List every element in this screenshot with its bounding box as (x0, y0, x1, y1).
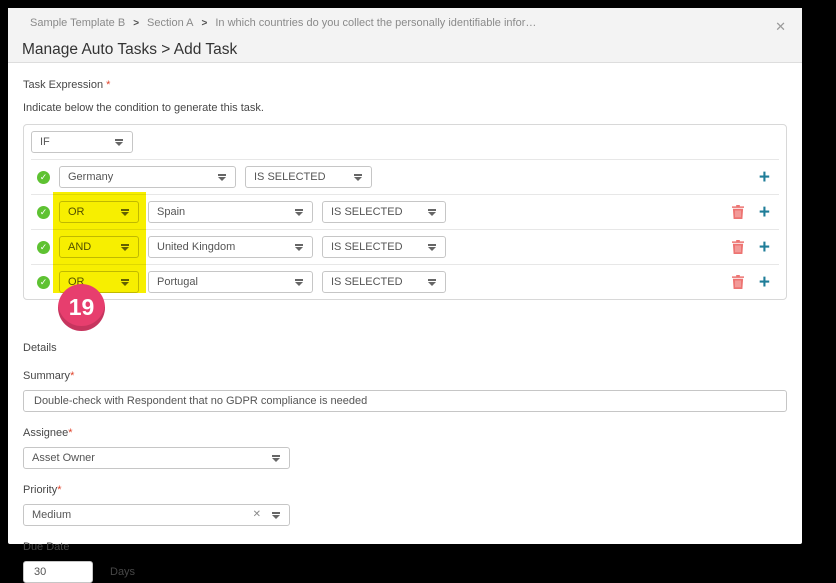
page-title: Manage Auto Tasks > Add Task (22, 41, 238, 58)
due-date-unit-label: Days (110, 566, 136, 578)
chevron-down-icon (114, 138, 124, 146)
delete-condition-button[interactable] (731, 240, 744, 254)
condition-row: ✓ OR Portugal IS SELECTED + (24, 265, 786, 299)
if-dropdown[interactable]: IF (31, 131, 133, 153)
add-task-dialog: Sample Template B > Section A > In which… (8, 8, 802, 583)
summary-label: Summary* (23, 370, 787, 383)
row-actions: + (731, 195, 770, 229)
chevron-down-icon (217, 173, 227, 181)
condition-row: ✓ Germany IS SELECTED + (24, 160, 786, 194)
breadcrumb-item-section[interactable]: Section A (147, 17, 193, 29)
summary-field[interactable] (23, 390, 787, 412)
logic-operator-dropdown[interactable]: AND (59, 236, 139, 258)
breadcrumb-item-question[interactable]: In which countries do you collect the pe… (215, 17, 536, 29)
priority-dropdown[interactable]: Medium ✕ (23, 504, 290, 526)
details-section-label: Details (23, 342, 57, 354)
trash-icon (731, 205, 744, 219)
condition-builder: IF ✓ Germany IS SELECTED + ✓ OR Spain IS… (23, 124, 787, 300)
clear-selection-icon[interactable]: ✕ (253, 510, 261, 520)
delete-condition-button[interactable] (731, 205, 744, 219)
add-condition-button[interactable]: + (759, 168, 770, 187)
breadcrumb-separator: > (201, 17, 208, 29)
logic-operator-value: AND (68, 241, 92, 253)
chevron-down-icon (353, 173, 363, 181)
dropdown-icons: ✕ (253, 510, 281, 520)
priority-label-text: Priority (23, 484, 58, 496)
assignee-dropdown[interactable]: Asset Owner (23, 447, 290, 469)
condition-operator-dropdown[interactable]: IS SELECTED (322, 236, 446, 258)
chevron-down-icon (120, 208, 130, 216)
condition-operator-value: IS SELECTED (331, 206, 403, 218)
delete-condition-button[interactable] (731, 275, 744, 289)
row-actions: + (731, 230, 770, 264)
trash-icon (731, 275, 744, 289)
summary-label-text: Summary (23, 370, 71, 382)
chevron-down-icon (427, 208, 437, 216)
logic-operator-dropdown[interactable]: OR (59, 201, 139, 223)
chevron-down-icon (427, 243, 437, 251)
valid-check-icon: ✓ (37, 240, 50, 254)
row-actions: + (759, 160, 770, 194)
condition-field-value: United Kingdom (157, 241, 236, 253)
required-asterisk: * (106, 79, 111, 91)
row-actions: + (731, 265, 770, 299)
logic-operator-value: OR (68, 206, 85, 218)
condition-operator-value: IS SELECTED (331, 241, 403, 253)
if-dropdown-value: IF (40, 136, 50, 148)
chevron-down-icon (294, 208, 304, 216)
valid-check-icon: ✓ (37, 205, 50, 219)
condition-operator-dropdown[interactable]: IS SELECTED (322, 271, 446, 293)
condition-field-value: Germany (68, 171, 114, 183)
valid-check-icon: ✓ (37, 170, 50, 184)
condition-field-dropdown[interactable]: Spain (148, 201, 313, 223)
condition-operator-value: IS SELECTED (254, 171, 326, 183)
condition-field-dropdown[interactable]: Germany (59, 166, 236, 188)
add-condition-button[interactable]: + (759, 273, 770, 292)
if-row: IF (24, 125, 786, 159)
required-asterisk: * (57, 484, 62, 496)
close-icon[interactable]: ✕ (775, 20, 786, 33)
priority-value: Medium (32, 509, 72, 521)
logic-operator-value: OR (68, 276, 85, 288)
condition-row: ✓ OR Spain IS SELECTED + (24, 195, 786, 229)
breadcrumb: Sample Template B > Section A > In which… (30, 17, 536, 29)
valid-check-icon: ✓ (37, 275, 50, 289)
due-date-label: Due Date (23, 541, 70, 553)
required-asterisk: * (68, 427, 73, 439)
assignee-label: Assignee* (23, 427, 787, 440)
chevron-down-icon (120, 278, 130, 286)
task-expression-label: Task Expression * (23, 79, 787, 92)
condition-field-dropdown[interactable]: United Kingdom (148, 236, 313, 258)
priority-label: Priority* (23, 484, 787, 497)
breadcrumb-separator: > (133, 17, 140, 29)
condition-row: ✓ AND United Kingdom IS SELECTED + (24, 230, 786, 264)
task-expression-helper: Indicate below the condition to generate… (23, 102, 264, 114)
assignee-value: Asset Owner (32, 452, 95, 464)
add-condition-button[interactable]: + (759, 238, 770, 257)
logic-operator-dropdown[interactable]: OR (59, 271, 139, 293)
condition-field-value: Spain (157, 206, 186, 218)
breadcrumb-item-template[interactable]: Sample Template B (30, 17, 125, 29)
add-condition-button[interactable]: + (759, 203, 770, 222)
dialog-header: Sample Template B > Section A > In which… (8, 8, 802, 63)
condition-operator-dropdown[interactable]: IS SELECTED (245, 166, 372, 188)
chevron-down-icon (271, 511, 281, 519)
chevron-down-icon (294, 243, 304, 251)
chevron-down-icon (120, 243, 130, 251)
chevron-down-icon (294, 278, 304, 286)
chevron-down-icon (271, 454, 281, 462)
condition-field-value: Portugal (157, 276, 198, 288)
condition-field-dropdown[interactable]: Portugal (148, 271, 313, 293)
trash-icon (731, 240, 744, 254)
condition-operator-value: IS SELECTED (331, 276, 403, 288)
chevron-down-icon (427, 278, 437, 286)
required-asterisk: * (70, 370, 75, 382)
assignee-label-text: Assignee (23, 427, 69, 439)
dialog-body: Task Expression * Indicate below the cond… (8, 63, 802, 583)
task-expression-label-text: Task Expression (23, 79, 104, 91)
condition-operator-dropdown[interactable]: IS SELECTED (322, 201, 446, 223)
